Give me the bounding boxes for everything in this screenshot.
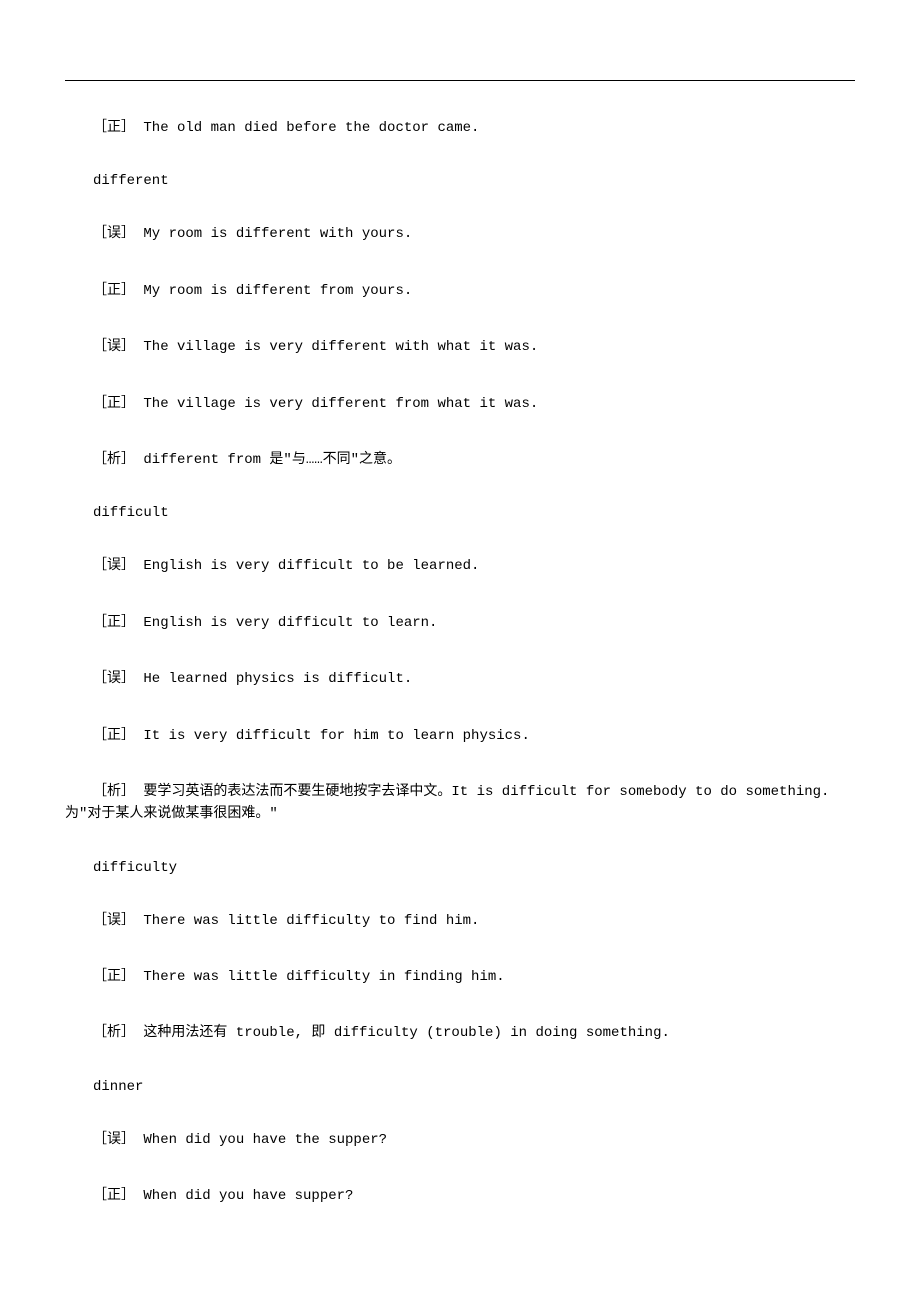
wrong-sentence: ［误］ English is very difficult to be lear… [65,555,855,577]
analysis-sentence: ［析］ 这种用法还有 trouble, 即 difficulty (troubl… [65,1022,855,1044]
wrong-sentence: ［误］ He learned physics is difficult. [65,668,855,690]
page-container: ［正］ The old man died before the doctor c… [0,0,920,1302]
word-heading: dinner [65,1079,855,1095]
correct-sentence: ［正］ When did you have supper? [65,1185,855,1207]
correct-sentence: ［正］ It is very difficult for him to lear… [65,725,855,747]
wrong-sentence: ［误］ There was little difficulty to find … [65,910,855,932]
word-heading: difficulty [65,860,855,876]
correct-sentence: ［正］ English is very difficult to learn. [65,612,855,634]
word-heading: different [65,173,855,189]
analysis-sentence: ［析］ different from 是"与……不同"之意。 [65,449,855,471]
analysis-sentence: ［析］ 要学习英语的表达法而不要生硬地按字去译中文。It is difficul… [65,781,855,826]
correct-sentence: ［正］ The old man died before the doctor c… [65,117,855,139]
correct-sentence: ［正］ My room is different from yours. [65,280,855,302]
wrong-sentence: ［误］ When did you have the supper? [65,1129,855,1151]
top-rule [65,80,855,81]
wrong-sentence: ［误］ The village is very different with w… [65,336,855,358]
wrong-sentence: ［误］ My room is different with yours. [65,223,855,245]
correct-sentence: ［正］ There was little difficulty in findi… [65,966,855,988]
correct-sentence: ［正］ The village is very different from w… [65,393,855,415]
word-heading: difficult [65,505,855,521]
